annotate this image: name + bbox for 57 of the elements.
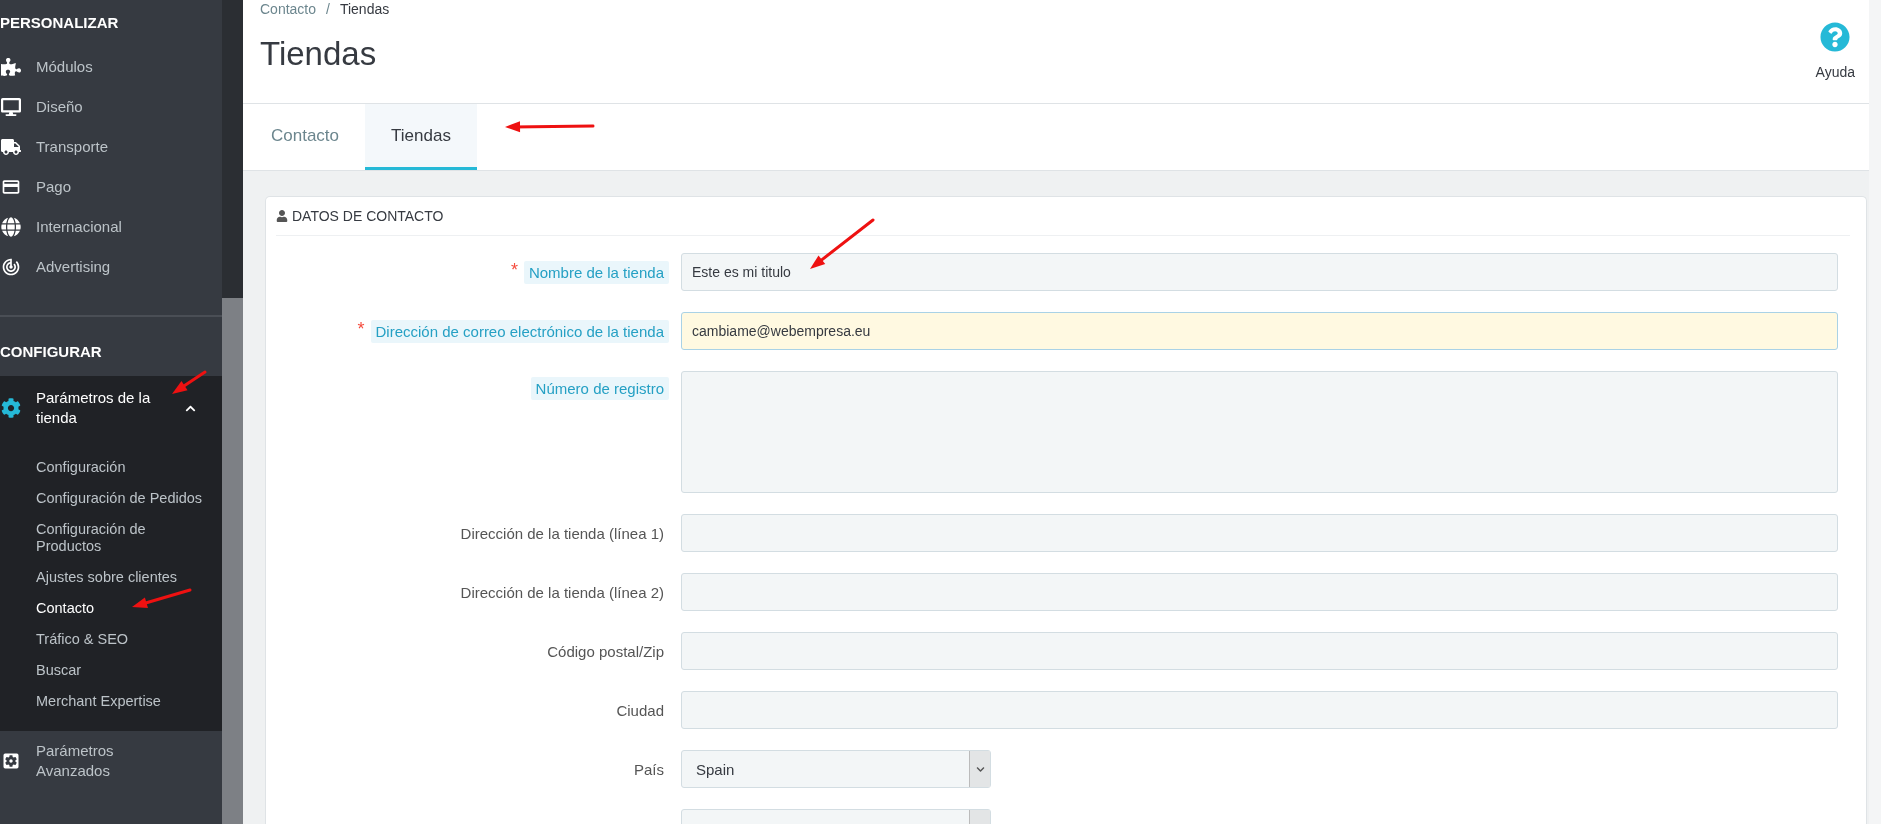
- sidebar-item[interactable]: Pago: [0, 167, 222, 207]
- sidebar-item[interactable]: Advertising: [0, 247, 222, 287]
- input-field[interactable]: cambiame@webempresa.eu: [681, 312, 1838, 350]
- required-asterisk: *: [510, 259, 518, 277]
- sidebar-subitem[interactable]: Configuración de Productos: [0, 514, 222, 562]
- breadcrumb-link[interactable]: Contacto: [260, 1, 317, 17]
- sidebar-item[interactable]: Parámetros Avanzados: [0, 731, 222, 791]
- field-label: Número de registro: [530, 377, 669, 400]
- chevron-down-icon: [975, 764, 985, 774]
- field-label: Nombre de la tienda: [523, 260, 669, 284]
- select-field[interactable]: Spain: [681, 750, 991, 788]
- sidebar-subitem[interactable]: Buscar: [0, 655, 222, 686]
- required-asterisk: *: [357, 318, 365, 336]
- input-field[interactable]: [681, 573, 1838, 611]
- sidebar-subitem[interactable]: Merchant Expertise: [0, 686, 222, 717]
- annotation-arrow: [132, 588, 192, 609]
- truck-icon: [1, 137, 21, 157]
- scrollbar-thumb[interactable]: [222, 298, 243, 824]
- gear-icon: [1, 751, 21, 771]
- sidebar-subitem[interactable]: Ajustes sobre clientes: [0, 562, 222, 593]
- breadcrumb-link[interactable]: Tiendas: [339, 1, 390, 17]
- sidebar-item[interactable]: Diseño: [0, 87, 222, 127]
- globe-icon: [1, 217, 21, 237]
- field-label: Ciudad: [615, 700, 665, 721]
- field-label: Dirección de la tienda (línea 1): [459, 523, 665, 544]
- sidebar-subitem[interactable]: Contacto: [0, 593, 222, 624]
- monitor-icon: [1, 97, 21, 117]
- annotation-arrow: [810, 218, 875, 269]
- breadcrumb-separator: /: [326, 1, 330, 17]
- input-field[interactable]: [681, 514, 1838, 552]
- sidebar-subitem[interactable]: Configuración de Pedidos: [0, 483, 222, 514]
- annotation-arrow: [172, 370, 207, 394]
- page-title: Tiendas: [260, 35, 378, 73]
- field-label: Dirección de la tienda (línea 2): [459, 582, 665, 603]
- credit-card-icon: [1, 177, 21, 197]
- sidebar-item[interactable]: Internacional: [0, 207, 222, 247]
- help-icon: [1820, 22, 1851, 52]
- sidebar-subitem[interactable]: Configuración: [0, 452, 222, 483]
- textarea-field[interactable]: [681, 371, 1838, 493]
- field-label: País: [633, 759, 665, 780]
- panel-title: DATOS DE CONTACTO: [292, 208, 444, 224]
- field-label: Dirección de correo electrónico de la tienda: [370, 319, 669, 343]
- help-button[interactable]: Ayuda: [1815, 0, 1855, 103]
- input-field[interactable]: Este es mi titulo: [681, 253, 1838, 291]
- sidebar-item[interactable]: Parámetros de la tienda: [0, 376, 222, 440]
- sidebar-item[interactable]: Transporte: [0, 127, 222, 167]
- input-field[interactable]: [681, 691, 1838, 729]
- gear-icon: [1, 398, 21, 418]
- sidebar-subitem[interactable]: Tráfico & SEO: [0, 624, 222, 655]
- target-icon: [1, 257, 21, 277]
- sidebar-item[interactable]: Módulos: [0, 47, 222, 87]
- input-field[interactable]: [681, 632, 1838, 670]
- field-label: Código postal/Zip: [546, 641, 665, 662]
- tab[interactable]: Tiendas: [365, 104, 477, 170]
- sidebar-section-title: PERSONALIZAR: [0, 13, 120, 33]
- puzzle-icon: [1, 57, 21, 77]
- user-icon: [276, 210, 288, 222]
